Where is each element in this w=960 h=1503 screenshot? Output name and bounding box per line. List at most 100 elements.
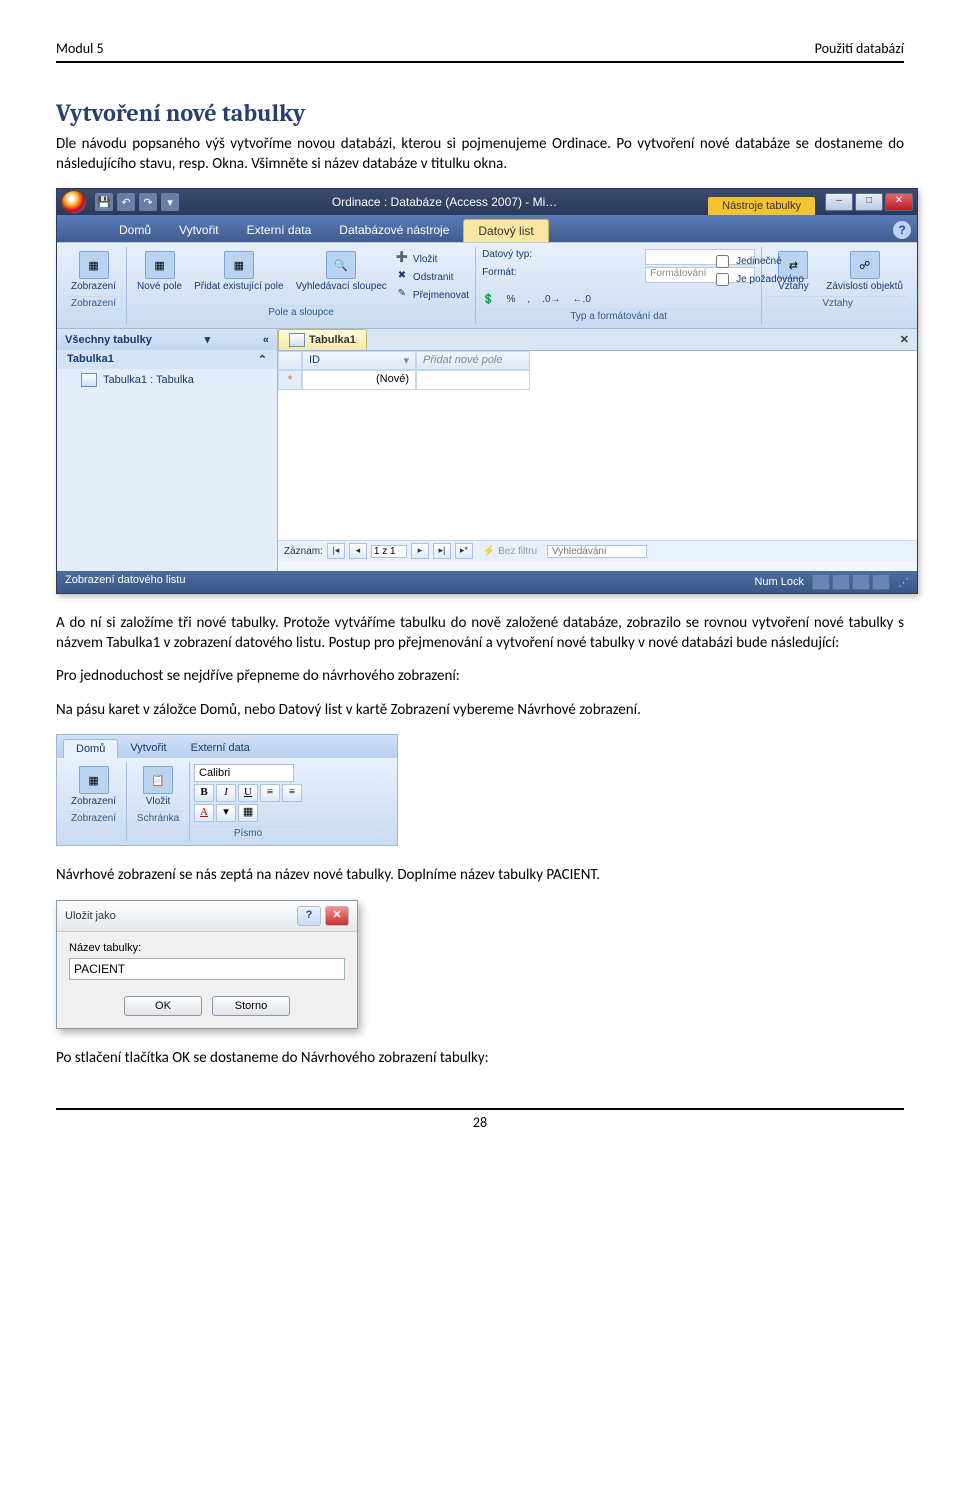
next-record-button[interactable]: ▸ — [411, 543, 429, 559]
view-datasheet-icon[interactable] — [812, 574, 830, 590]
ribbon-tabs: Domů Vytvořit Externí data Databázové ná… — [57, 215, 917, 242]
comma-icon[interactable]: , — [527, 294, 530, 305]
view-design-icon[interactable] — [872, 574, 890, 590]
window-body: Všechny tabulky ▾ « Tabulka1 ⌃ Tabulka1 … — [57, 328, 917, 571]
group-font: Calibri B I U ≡ ≡ A ▾ ▦ Písmo — [190, 762, 306, 841]
paragraph: Dle návodu popsaného výš vytvoříme novou… — [56, 135, 904, 174]
qat-redo-icon[interactable]: ↷ — [139, 193, 157, 211]
lookup-column-button[interactable]: 🔍 Vyhledávací sloupec — [292, 249, 391, 294]
new-record-button[interactable]: ▸* — [455, 543, 473, 559]
label: Vložit — [413, 254, 437, 265]
ribbon-group-type-format: Datový typ: Formát: Formátování 💲 % , .0… — [476, 247, 762, 324]
help-button[interactable]: ? — [297, 906, 321, 926]
nav-item-table[interactable]: Tabulka1 : Tabulka — [57, 369, 277, 391]
insert-button[interactable]: ➕ Vložit — [395, 251, 469, 267]
datasheet-empty-area[interactable] — [278, 390, 917, 540]
cell-id[interactable]: (Nové) — [302, 370, 416, 390]
record-label: Záznam: — [284, 546, 323, 557]
paste-button[interactable]: 📋 Vložit — [133, 764, 183, 809]
view-button[interactable]: ▦ Zobrazení — [67, 764, 120, 809]
nav-pane-title: Všechny tabulky — [65, 334, 152, 346]
prev-record-button[interactable]: ◂ — [349, 543, 367, 559]
gridlines-button[interactable]: ▦ — [238, 804, 258, 822]
table-icon — [289, 333, 305, 347]
help-icon[interactable]: ? — [893, 221, 911, 239]
search-input[interactable] — [547, 545, 647, 558]
view-button-label: Zobrazení — [71, 281, 116, 292]
bold-button[interactable]: B — [194, 784, 214, 802]
delete-button[interactable]: ✖ Odstranit — [395, 269, 469, 285]
tab-datasheet[interactable]: Datový list — [463, 219, 548, 242]
insert-icon: ➕ — [395, 252, 409, 266]
column-header-add[interactable]: Přidat nové pole — [416, 351, 530, 370]
tab-external-data[interactable]: Externí data — [179, 739, 262, 758]
tab-create[interactable]: Vytvořit — [165, 219, 233, 242]
group-label: Typ a formátování dat — [482, 309, 755, 322]
btn-label: Přidat existující pole — [194, 281, 284, 292]
cell-empty[interactable] — [416, 370, 530, 390]
view-button[interactable]: ▦ Zobrazení — [67, 249, 120, 294]
maximize-button[interactable]: □ — [855, 193, 883, 211]
group-label: Zobrazení — [67, 296, 120, 309]
screenshot-saveas-dialog: Uložit jako ? ✕ Název tabulky: OK Storno — [56, 900, 904, 1029]
new-field-button[interactable]: ▦ Nové pole — [133, 249, 186, 294]
unique-checkbox[interactable]: Jedinečné — [712, 253, 804, 269]
view-chart-icon[interactable] — [852, 574, 870, 590]
italic-button[interactable]: I — [216, 784, 236, 802]
fill-color-button[interactable]: ▾ — [216, 804, 236, 822]
view-pivot-icon[interactable] — [832, 574, 850, 590]
add-existing-field-button[interactable]: ▦ Přidat existující pole — [190, 249, 288, 294]
qat-more-icon[interactable]: ▾ — [161, 193, 179, 211]
close-button[interactable]: ✕ — [885, 193, 913, 211]
label: Jedinečné — [736, 256, 782, 267]
column-header-id[interactable]: ID ▾ — [302, 351, 416, 370]
btn-label: Závislosti objektů — [826, 281, 903, 292]
qat-undo-icon[interactable]: ↶ — [117, 193, 135, 211]
font-name-combo[interactable]: Calibri — [194, 764, 294, 782]
tab-external-data[interactable]: Externí data — [233, 219, 326, 242]
close-document-button[interactable]: ✕ — [892, 333, 917, 346]
nav-group-header[interactable]: Tabulka1 ⌃ — [57, 350, 277, 369]
document-tab[interactable]: Tabulka1 — [278, 329, 367, 350]
screenshot-ribbon-home: Domů Vytvořit Externí data ▦ Zobrazení Z… — [56, 734, 904, 846]
qat-save-icon[interactable]: 💾 — [95, 193, 113, 211]
ok-button[interactable]: OK — [124, 996, 202, 1016]
cancel-button[interactable]: Storno — [212, 996, 290, 1016]
minimize-button[interactable]: – — [825, 193, 853, 211]
table-name-input[interactable] — [69, 958, 345, 980]
label: Odstranit — [413, 272, 454, 283]
required-checkbox[interactable]: Je požadováno — [712, 271, 804, 287]
collapse-icon[interactable]: « — [263, 334, 269, 346]
delete-icon: ✖ — [395, 270, 409, 284]
close-button[interactable]: ✕ — [325, 906, 349, 926]
percent-icon[interactable]: % — [507, 294, 516, 305]
office-button[interactable] — [61, 190, 87, 214]
datatype-label: Datový typ: — [482, 249, 641, 265]
record-position-input[interactable] — [371, 545, 407, 558]
resize-grip-icon[interactable]: ⋰ — [898, 576, 909, 589]
nav-pane-header[interactable]: Všechny tabulky ▾ « — [57, 329, 277, 350]
status-numlock: Num Lock — [754, 576, 804, 588]
row-selector[interactable]: * — [278, 370, 302, 390]
inc-decimal-icon[interactable]: .0→ — [542, 294, 560, 305]
lookup-column-icon: 🔍 — [326, 251, 356, 279]
dropdown-icon[interactable]: ▾ — [403, 354, 409, 367]
page-footer: 28 — [56, 1108, 904, 1131]
dec-decimal-icon[interactable]: ←.0 — [573, 294, 591, 305]
tab-home[interactable]: Domů — [63, 739, 118, 758]
tab-db-tools[interactable]: Databázové nástroje — [325, 219, 463, 242]
align-left-button[interactable]: ≡ — [260, 784, 280, 802]
dependencies-button[interactable]: ☍ Závislosti objektů — [822, 249, 907, 294]
last-record-button[interactable]: ▸| — [433, 543, 451, 559]
first-record-button[interactable]: |◂ — [327, 543, 345, 559]
font-color-button[interactable]: A — [194, 804, 214, 822]
align-center-button[interactable]: ≡ — [282, 784, 302, 802]
status-left: Zobrazení datového listu — [65, 574, 185, 590]
tab-home[interactable]: Domů — [105, 219, 165, 242]
underline-button[interactable]: U — [238, 784, 258, 802]
tab-create[interactable]: Vytvořit — [118, 739, 178, 758]
btn-label: Zobrazení — [71, 796, 116, 807]
rename-button[interactable]: ✎Přejmenovat — [395, 287, 469, 303]
row-selector-header[interactable] — [278, 351, 302, 370]
currency-icon[interactable]: 💲 — [482, 294, 494, 305]
